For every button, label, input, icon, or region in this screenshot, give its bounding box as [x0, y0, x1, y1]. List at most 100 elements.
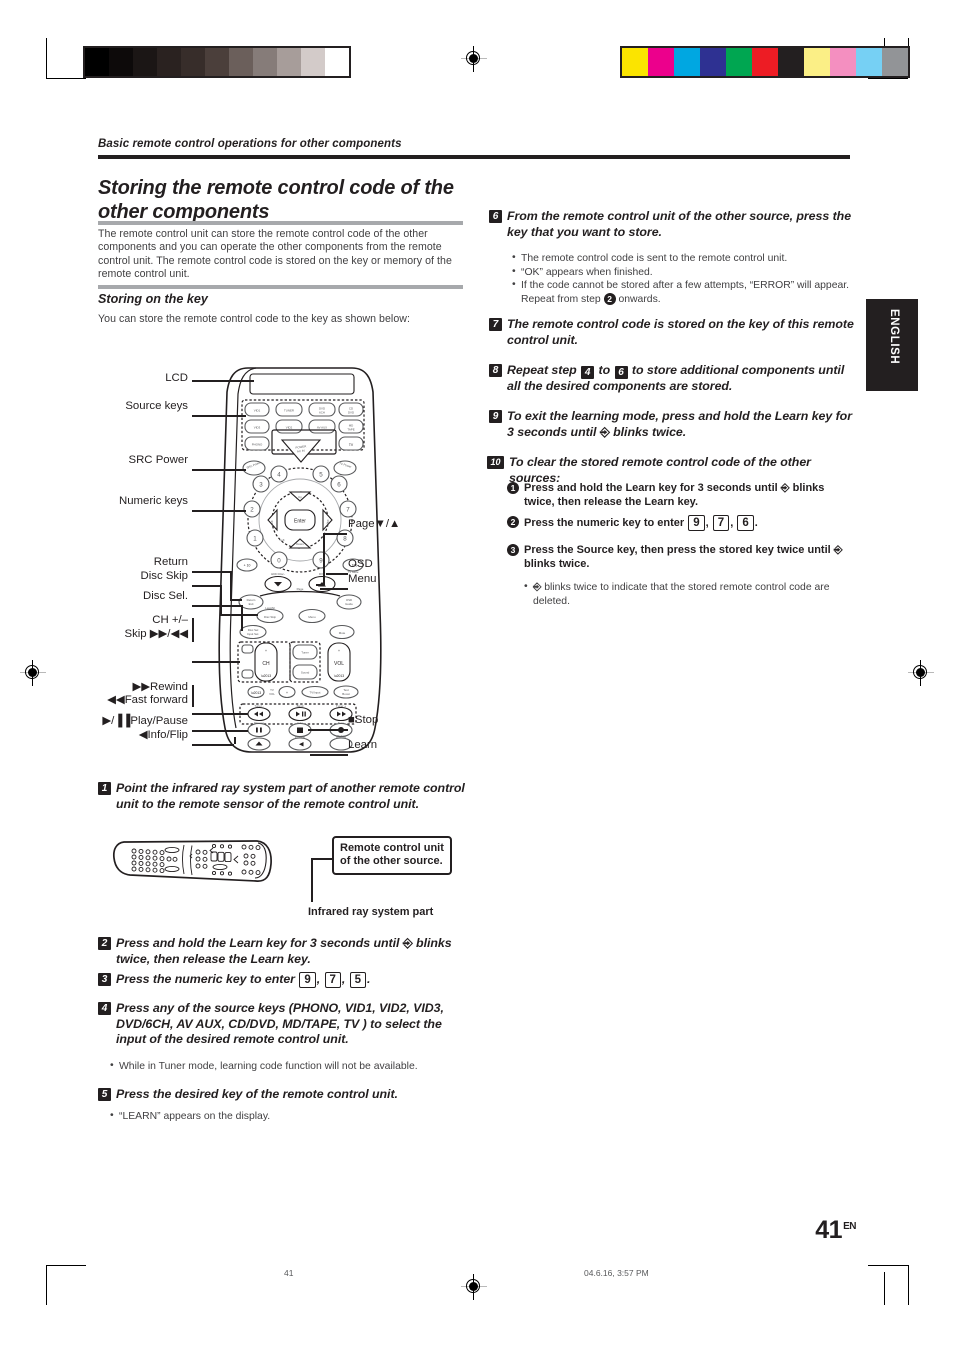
numeric-key-7-clear[interactable]: 7: [712, 515, 730, 531]
step-6-text: From the remote control unit of the othe…: [507, 209, 852, 239]
diagram-label-lcd: LCD: [165, 372, 188, 384]
step-7: 7 The remote control code is stored on t…: [489, 317, 857, 348]
crop-mark-bottom-right-inner: [884, 1272, 885, 1305]
color-patch: [778, 48, 804, 76]
numeric-key-6-clear[interactable]: 6: [737, 515, 754, 531]
registration-mark-left: [20, 660, 46, 686]
page-title: Storing the remote control code of the o…: [98, 177, 454, 223]
running-head: Basic remote control operations for othe…: [98, 138, 402, 150]
leader-ff-brace: [192, 685, 194, 707]
step-9-text: To exit the learning mode, press and hol…: [507, 409, 857, 440]
numeric-key-5[interactable]: 5: [349, 972, 367, 988]
subsection-rule: [98, 285, 463, 289]
grayscale-patch: [205, 48, 229, 76]
substep-2-after: .: [754, 517, 758, 529]
diagram-label-play-pause: ▶/▐▐Play/Pause: [102, 715, 188, 727]
crop-mark-bottom-left-v: [46, 1265, 47, 1305]
step-10-substep-2: 2 Press the numeric key to enter 9, 7, 6…: [507, 515, 855, 531]
other-remote-illustration: .of{fill:#fff;stroke:#231f20;stroke-widt…: [112, 840, 272, 882]
diagram-label-fast-forward: ◀◀Fast forward: [107, 694, 188, 706]
leader-page: [323, 533, 347, 535]
grayscale-patch: [133, 48, 157, 76]
step-10-bullet-1-text: blinks twice to indicate that the stored…: [533, 582, 830, 607]
leader-page-2: [316, 584, 324, 586]
registration-mark-bottom: [461, 1274, 487, 1300]
diagram-label-return: Return: [153, 556, 188, 568]
footer-right: 04.6.16, 3:57 PM: [584, 1268, 649, 1278]
step-8-number: 8: [489, 364, 502, 377]
step-ref-6: 6: [614, 366, 628, 379]
step-2: 2 Press and hold the Learn key for 3 sec…: [98, 936, 468, 967]
diagram-label-stop: ■Stop: [348, 714, 379, 726]
leader-info: [192, 744, 234, 746]
crop-mark-top-left-h: [46, 78, 86, 79]
step-3-text: Press the numeric key to enter 9, 7, 5.: [116, 972, 371, 988]
step-9-number: 9: [489, 410, 502, 423]
page-number: 41EN: [815, 1216, 856, 1245]
grayscale-patch: [325, 48, 349, 76]
blink-indicator-icon: ⎆: [402, 936, 413, 950]
color-patch: [700, 48, 726, 76]
step-5-number: 5: [98, 1088, 111, 1101]
process-color-control-strip: [620, 46, 910, 78]
leader-disc-skip-v: [220, 585, 222, 614]
grayscale-patch: [181, 48, 205, 76]
leader-source-keys: [192, 415, 246, 417]
leader-numeric-keys: [192, 510, 246, 512]
grayscale-patch: [277, 48, 301, 76]
diagram-label-src-power: SRC Power: [128, 454, 188, 466]
remote-control-diagram: .bd{fill:#fff;stroke:#231f20;stroke-widt…: [102, 362, 470, 762]
color-patch: [804, 48, 830, 76]
substep-1-before: Press and hold the Learn key for 3 secon…: [524, 482, 778, 494]
numeric-key-7[interactable]: 7: [324, 972, 341, 988]
step-10-number: 10: [487, 456, 504, 469]
step-4-number: 4: [98, 1002, 111, 1015]
step-9: 9 To exit the learning mode, press and h…: [489, 409, 857, 440]
numeric-key-9[interactable]: 9: [299, 972, 316, 988]
step-7-text: The remote control code is stored on the…: [507, 317, 854, 347]
language-thumb-tab-label: ENGLISH: [888, 309, 900, 365]
crop-mark-top-left-v: [46, 38, 47, 78]
step-4-text: Press any of the source keys (PHONO, VID…: [116, 1001, 444, 1046]
registration-mark-top: [461, 46, 487, 72]
figure-caption: Infrared ray system part: [308, 906, 434, 918]
subsection-note: You can store the remote control code to…: [98, 313, 410, 325]
step-10-bullet-1: ⎆ blinks twice to indicate that the stor…: [524, 580, 854, 608]
footer-left: 41: [284, 1268, 294, 1278]
registration-mark-right: [908, 660, 934, 686]
step-6-bullet-3-tail: onwards.: [618, 293, 661, 305]
color-patch: [726, 48, 752, 76]
intro-paragraph: The remote control unit can store the re…: [98, 228, 452, 281]
step-6: 6 From the remote control unit of the ot…: [489, 209, 857, 240]
page-number-value: 41: [815, 1216, 843, 1244]
diagram-label-disc-sel: Disc Sel.: [143, 590, 188, 602]
numeric-key-9-clear[interactable]: 9: [688, 515, 705, 531]
diagram-label-disc-skip: Disc Skip: [140, 570, 188, 582]
step-4-bullets: While in Tuner mode, learning code funct…: [110, 1059, 462, 1074]
diagram-label-learn: Learn: [348, 739, 378, 751]
step-2-text-before: Press and hold the Learn key for 3 secon…: [116, 936, 400, 950]
figure-callout-box: Remote control unit of the other source.: [332, 836, 452, 875]
color-patch: [648, 48, 674, 76]
diagram-label-page: Page▼/▲: [348, 518, 401, 530]
diagram-label-info-flip: ◀Info/Flip: [138, 729, 188, 741]
step-6-number: 6: [489, 210, 502, 223]
substep-3-number: 3: [507, 544, 519, 556]
leader-ch-brace: [192, 618, 194, 642]
grayscale-patch: [109, 48, 133, 76]
step-ref-2: 2: [603, 292, 616, 305]
step-8-text-mid: to: [598, 363, 611, 377]
crop-mark-bottom-right-h: [868, 1265, 908, 1266]
step-6-bullets: The remote control code is sent to the r…: [512, 251, 852, 306]
blink-indicator-icon-s1: ⎆: [780, 482, 790, 494]
step-10-substep-1: 1 Press and hold the Learn key for 3 sec…: [507, 481, 855, 509]
substep-2-before: Press the numeric key to enter: [524, 517, 685, 529]
diagram-label-skip: Skip ▶▶/◀◀: [124, 628, 188, 640]
page-number-lang: EN: [843, 1220, 856, 1232]
diagram-label-menu: Menu: [348, 573, 377, 585]
step-3-number: 3: [98, 973, 111, 986]
manual-page: Basic remote control operations for othe…: [0, 0, 954, 1351]
grayscale-control-strip: [83, 46, 351, 78]
crop-mark-bottom-right-v: [908, 1265, 909, 1305]
diagram-label-source-keys: Source keys: [125, 400, 188, 412]
